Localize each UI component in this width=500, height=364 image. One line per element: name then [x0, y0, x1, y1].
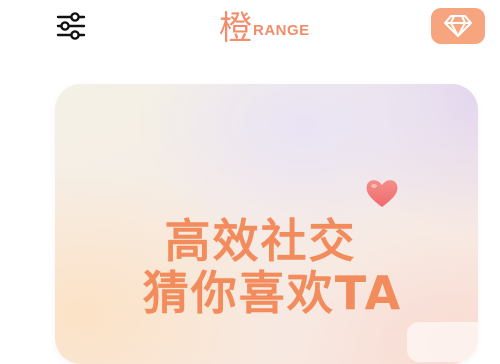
top-bar: 橙 RANGE [0, 0, 500, 62]
headline-line-2: 猜你喜欢TA [142, 266, 403, 320]
filter-button[interactable] [55, 11, 87, 41]
sliders-icon [56, 12, 86, 40]
vip-button[interactable] [431, 8, 485, 44]
banner-corner-card [407, 322, 478, 362]
diamond-icon [444, 15, 472, 37]
heart-icon [366, 180, 398, 207]
app-logo: 橙 RANGE [219, 7, 310, 47]
headline-line-1: 高效社交 [164, 214, 357, 268]
logo-cn-text: 橙 [219, 8, 252, 47]
promo-banner[interactable]: 高效社交 猜你喜欢TA [55, 84, 478, 364]
logo-en-text: RANGE [253, 22, 310, 39]
